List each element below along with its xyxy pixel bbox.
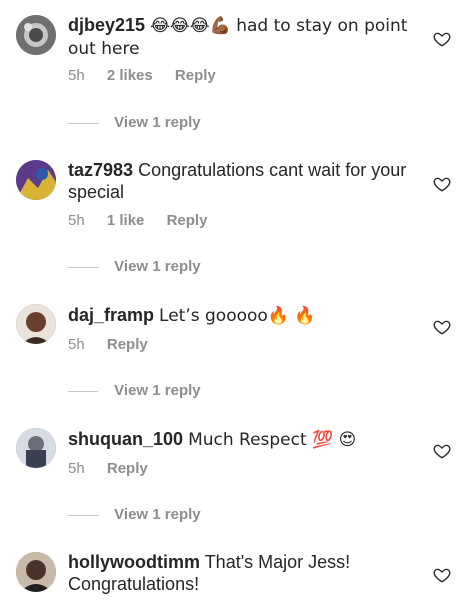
heart-outline-icon[interactable] <box>433 175 451 193</box>
reply-button[interactable]: Reply <box>107 460 148 477</box>
view-replies-label: View 1 reply <box>114 506 201 523</box>
view-replies-button[interactable]: View 1 reply <box>68 382 201 399</box>
comment-body: shuquan_100 Much Respect 💯 😍 <box>68 428 408 451</box>
view-replies-button[interactable]: View 1 reply <box>68 114 201 131</box>
comment-username[interactable]: djbey215 <box>68 15 145 35</box>
comment-body: djbey215 😂😂😂💪🏾 had to stay on point out … <box>68 14 408 60</box>
comment-likes[interactable]: 1 like <box>107 212 145 229</box>
avatar[interactable] <box>16 428 56 468</box>
avatar-image <box>16 428 56 468</box>
reply-button[interactable]: Reply <box>107 336 148 353</box>
avatar[interactable] <box>16 304 56 344</box>
comment-time: 5h <box>68 212 85 229</box>
view-replies-label: View 1 reply <box>114 382 201 399</box>
replies-divider-line <box>68 390 98 392</box>
view-replies-label: View 1 reply <box>114 114 201 131</box>
replies-divider-line <box>68 514 98 516</box>
view-replies-button[interactable]: View 1 reply <box>68 258 201 275</box>
view-replies-label: View 1 reply <box>114 258 201 275</box>
comment-username[interactable]: taz7983 <box>68 160 133 180</box>
comment-meta: 5h Reply <box>68 460 166 477</box>
comment-time: 5h <box>68 336 85 353</box>
comment-time: 5h <box>68 67 85 84</box>
avatar-image <box>16 160 56 200</box>
comment-text: Let’s gooooo🔥 🔥 <box>159 306 316 326</box>
reply-button[interactable]: Reply <box>175 67 216 84</box>
avatar[interactable] <box>16 160 56 200</box>
comment-body: hollywoodtimm That's Major Jess! Congrat… <box>68 551 408 595</box>
heart-outline-icon[interactable] <box>433 318 451 336</box>
heart-outline-icon[interactable] <box>433 566 451 584</box>
comment-username[interactable]: daj_framp <box>68 305 154 325</box>
replies-divider-line <box>68 122 98 124</box>
comment-time: 5h <box>68 460 85 477</box>
heart-outline-icon[interactable] <box>433 442 451 460</box>
avatar-image <box>16 15 56 55</box>
avatar-image <box>16 304 56 344</box>
comment-meta: 5h 2 likes Reply <box>68 67 234 84</box>
view-replies-button[interactable]: View 1 reply <box>68 506 201 523</box>
reply-button[interactable]: Reply <box>167 212 208 229</box>
comments-feed: djbey215 😂😂😂💪🏾 had to stay on point out … <box>0 0 466 600</box>
comment-likes[interactable]: 2 likes <box>107 67 153 84</box>
comment-username[interactable]: shuquan_100 <box>68 429 183 449</box>
comment-body: daj_framp Let’s gooooo🔥 🔥 <box>68 304 408 327</box>
comment-body: taz7983 Congratulations cant wait for yo… <box>68 159 408 203</box>
comment-text: Much Respect 💯 😍 <box>188 430 357 450</box>
avatar-image <box>16 552 56 592</box>
heart-outline-icon[interactable] <box>433 30 451 48</box>
comment-username[interactable]: hollywoodtimm <box>68 552 200 572</box>
replies-divider-line <box>68 266 98 268</box>
avatar[interactable] <box>16 552 56 592</box>
comment-meta: 5h Reply <box>68 336 166 353</box>
avatar[interactable] <box>16 15 56 55</box>
comment-meta: 5h 1 like Reply <box>68 212 225 229</box>
